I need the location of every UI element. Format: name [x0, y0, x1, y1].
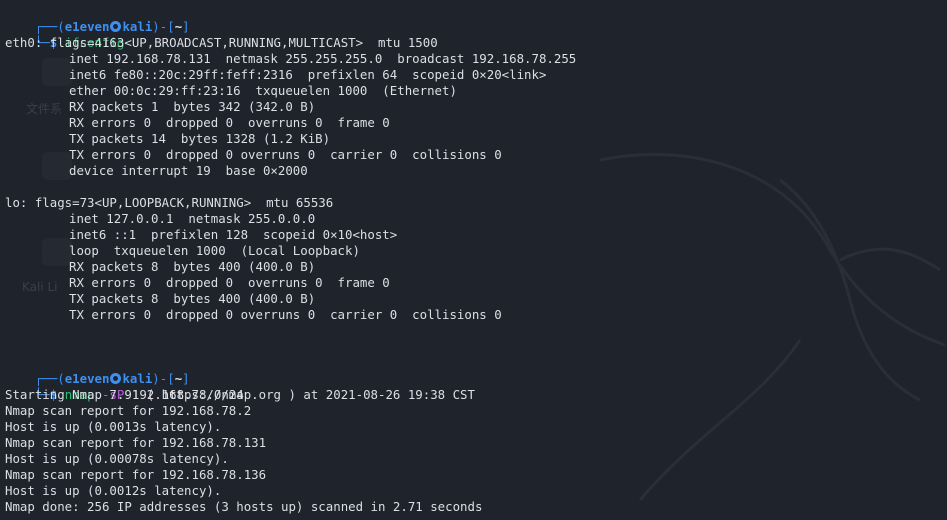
nmap-output-line: Nmap scan report for 192.168.78.131	[5, 435, 267, 450]
eth0-header: eth0: flags=4163<UP,BROADCAST,RUNNING,MU…	[5, 35, 438, 50]
prompt-line-1: ┌──(e1even kali)-[~]	[5, 3, 190, 34]
command-line-2: └─$ nmap -sP 192.168.78.0/24	[5, 371, 244, 402]
eth0-line: TX errors 0 dropped 0 overruns 0 carrier…	[69, 147, 502, 162]
lo-line: RX errors 0 dropped 0 overruns 0 frame 0	[69, 275, 390, 290]
eth0-line: inet 192.168.78.131 netmask 255.255.255.…	[69, 51, 577, 66]
nmap-output-line: Nmap scan report for 192.168.78.136	[5, 467, 267, 482]
lo-line: inet 127.0.0.1 netmask 255.0.0.0	[69, 211, 316, 226]
prompt-line-2: ┌──(e1even kali)-[~]	[5, 355, 190, 386]
nmap-output-line: Host is up (0.0012s latency).	[5, 483, 222, 498]
lo-line: inet6 ::1 prefixlen 128 scopeid 0×10<hos…	[69, 227, 398, 242]
eth0-line: RX packets 1 bytes 342 (342.0 B)	[69, 99, 316, 114]
nmap-output-line: Host is up (0.00078s latency).	[5, 451, 229, 466]
lo-line: loop txqueuelen 1000 (Local Loopback)	[69, 243, 360, 258]
lo-header: lo: flags=73<UP,LOOPBACK,RUNNING> mtu 65…	[5, 195, 334, 210]
eth0-line: inet6 fe80::20c:29ff:feff:2316 prefixlen…	[69, 67, 547, 82]
nmap-output-line: Host is up (0.0013s latency).	[5, 419, 222, 434]
eth0-line: ether 00:0c:29:ff:23:16 txqueuelen 1000 …	[69, 83, 457, 98]
eth0-line: RX errors 0 dropped 0 overruns 0 frame 0	[69, 115, 390, 130]
eth0-line: TX packets 14 bytes 1328 (1.2 KiB)	[69, 131, 331, 146]
prompt-bracket-close: ]	[182, 19, 190, 34]
prompt-host: kali	[122, 19, 153, 34]
terminal-output[interactable]: ┌──(e1even kali)-[~] └─$ ifconfig eth0: f…	[0, 0, 947, 520]
nmap-output-line: Starting Nmap 7.91 ( https://nmap.org ) …	[5, 387, 475, 402]
prompt-bracket-open: )-[	[152, 19, 175, 34]
lo-line: TX errors 0 dropped 0 overruns 0 carrier…	[69, 307, 502, 322]
command-line-1: └─$ ifconfig	[5, 19, 125, 50]
nmap-output-line: Nmap scan report for 192.168.78.2	[5, 403, 252, 418]
nmap-output-line: Nmap done: 256 IP addresses (3 hosts up)…	[5, 499, 483, 514]
lo-line: RX packets 8 bytes 400 (400.0 B)	[69, 259, 316, 274]
lo-line: TX packets 8 bytes 400 (400.0 B)	[69, 291, 316, 306]
eth0-line: device interrupt 19 base 0×2000	[69, 163, 308, 178]
